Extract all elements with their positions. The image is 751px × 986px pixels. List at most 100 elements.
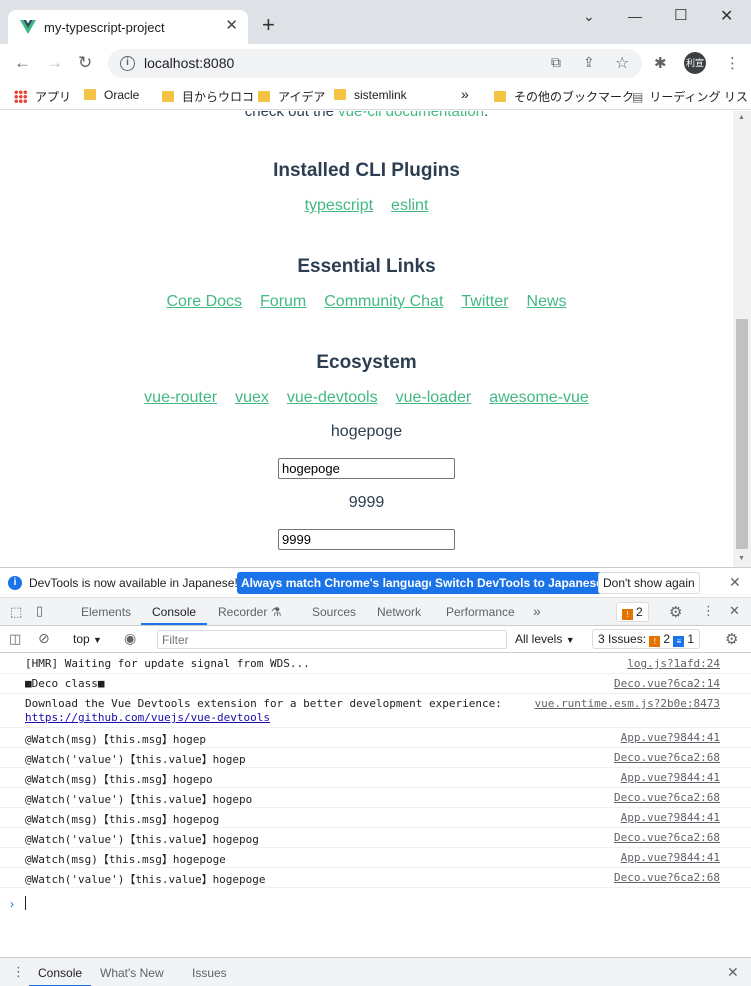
- drawer-close-icon[interactable]: ✕: [727, 964, 739, 981]
- source-link[interactable]: Deco.vue?6ca2:68: [614, 791, 720, 804]
- issues-badge[interactable]: ! 2: [616, 602, 649, 622]
- site-info-icon[interactable]: i: [120, 56, 135, 71]
- devtools-url-link[interactable]: https://github.com/vuejs/vue-devtools: [25, 711, 270, 724]
- link-twitter[interactable]: Twitter: [461, 293, 508, 310]
- translate-icon[interactable]: ⧉: [551, 54, 561, 71]
- number-input[interactable]: [278, 529, 455, 550]
- tab-close-icon[interactable]: ✕: [225, 16, 238, 34]
- address-bar[interactable]: i localhost:8080 ⧉ ⇪ ☆: [108, 49, 642, 78]
- link-vue-router[interactable]: vue-router: [144, 389, 217, 406]
- reload-icon[interactable]: ↻: [78, 53, 92, 73]
- context-selector[interactable]: top ▼: [73, 632, 102, 646]
- drawer-tab-whats-new[interactable]: What's New: [100, 966, 164, 980]
- vue-cli-docs-link[interactable]: vue-cli documentation: [338, 111, 484, 120]
- page-scrollbar[interactable]: ▲ ▼: [733, 111, 751, 567]
- drawer-tab-issues[interactable]: Issues: [192, 966, 227, 980]
- window-close-icon[interactable]: ✕: [720, 6, 733, 26]
- tab-performance[interactable]: Performance: [446, 605, 515, 619]
- link-eslint[interactable]: eslint: [391, 197, 428, 214]
- source-link[interactable]: App.vue?9844:41: [621, 771, 720, 784]
- source-link[interactable]: Deco.vue?6ca2:14: [614, 677, 720, 690]
- devtools-close-icon[interactable]: ✕: [729, 603, 740, 619]
- tab-network[interactable]: Network: [377, 605, 421, 619]
- console-message: @Watch('value')【this.value】hogepog Deco.v…: [0, 828, 751, 848]
- bookmark-mekara[interactable]: 目からウロコ: [162, 88, 254, 105]
- switch-to-japanese-button[interactable]: Switch DevTools to Japanese: [431, 572, 607, 594]
- back-icon[interactable]: ←: [14, 53, 31, 73]
- msg-input[interactable]: [278, 458, 455, 479]
- source-link[interactable]: Deco.vue?6ca2:68: [614, 751, 720, 764]
- bookmarks-overflow-icon[interactable]: »: [461, 86, 469, 102]
- console-filter-input[interactable]: [157, 630, 507, 649]
- source-link[interactable]: Deco.vue?6ca2:68: [614, 831, 720, 844]
- tab-elements[interactable]: Elements: [81, 605, 131, 619]
- devtools-language-infobar: i DevTools is now available in Japanese!…: [0, 568, 751, 598]
- dont-show-again-button[interactable]: Don't show again: [598, 572, 700, 594]
- link-vue-devtools[interactable]: vue-devtools: [287, 389, 378, 406]
- tab-search-icon[interactable]: ⌄: [583, 8, 595, 25]
- chrome-menu-icon[interactable]: ⋮: [725, 54, 740, 72]
- source-link[interactable]: Deco.vue?6ca2:68: [614, 871, 720, 884]
- source-link[interactable]: log.js?1afd:24: [627, 657, 720, 670]
- link-vue-loader[interactable]: vue-loader: [396, 389, 472, 406]
- forward-icon[interactable]: →: [46, 53, 63, 73]
- link-news[interactable]: News: [527, 293, 567, 310]
- drawer-tab-console[interactable]: Console: [38, 966, 82, 980]
- link-awesome-vue[interactable]: awesome-vue: [489, 389, 589, 406]
- console-issues-button[interactable]: 3 Issues: ! 2 ≡ 1: [592, 629, 701, 649]
- tab-console[interactable]: Console: [152, 605, 196, 619]
- vue-logo-icon: [20, 20, 36, 34]
- console-settings-gear-icon[interactable]: ⚙: [725, 630, 738, 648]
- reading-list-icon: ▤: [632, 90, 644, 104]
- scroll-up-icon[interactable]: ▲: [738, 114, 745, 121]
- reading-list[interactable]: ▤ リーディング リスト: [632, 88, 751, 105]
- source-link[interactable]: App.vue?9844:41: [621, 811, 720, 824]
- source-link[interactable]: App.vue?9844:41: [621, 731, 720, 744]
- console-message: Download the Vue Devtools extension for …: [0, 694, 751, 728]
- maximize-icon[interactable]: ☐: [674, 6, 687, 24]
- bookmark-star-icon[interactable]: ☆: [615, 53, 629, 73]
- console-message: @Watch('value')【this.value】hogep Deco.vue…: [0, 748, 751, 768]
- bookmark-sistemlink[interactable]: sistemlink: [334, 88, 407, 102]
- console-input-caret[interactable]: [25, 896, 26, 910]
- bookmark-oracle[interactable]: Oracle: [84, 88, 139, 102]
- live-expression-eye-icon[interactable]: ◉: [124, 630, 136, 647]
- profile-avatar[interactable]: 利宣: [684, 52, 706, 74]
- link-typescript[interactable]: typescript: [305, 197, 373, 214]
- infobar-close-icon[interactable]: ✕: [729, 574, 741, 591]
- bookmark-apps[interactable]: アプリ: [14, 88, 71, 105]
- console-message: @Watch(msg)【this.msg】hogep App.vue?9844:4…: [0, 728, 751, 748]
- address-url[interactable]: localhost:8080: [144, 55, 234, 71]
- scroll-thumb[interactable]: [736, 319, 748, 549]
- clear-console-icon[interactable]: ⊘: [38, 630, 50, 647]
- minimize-icon[interactable]: —: [628, 8, 642, 24]
- devtools-menu-icon[interactable]: ⋮: [702, 603, 715, 619]
- sidebar-toggle-icon[interactable]: ◫: [9, 631, 21, 647]
- scroll-down-icon[interactable]: ▼: [738, 555, 745, 562]
- folder-icon: [494, 91, 506, 102]
- link-community-chat[interactable]: Community Chat: [324, 293, 443, 310]
- new-tab-icon[interactable]: +: [262, 14, 275, 36]
- essential-links: Core Docs Forum Community Chat Twitter News: [0, 293, 733, 311]
- tab-sources[interactable]: Sources: [312, 605, 356, 619]
- log-levels-dropdown[interactable]: All levels ▼: [515, 632, 575, 646]
- link-forum[interactable]: Forum: [260, 293, 306, 310]
- source-link[interactable]: vue.runtime.esm.js?2b0e:8473: [535, 697, 720, 710]
- bookmark-idea[interactable]: アイデア: [258, 88, 325, 105]
- link-vuex[interactable]: vuex: [235, 389, 269, 406]
- extensions-icon[interactable]: ✱: [654, 54, 667, 72]
- devtools-panel: i DevTools is now available in Japanese!…: [0, 567, 751, 986]
- source-link[interactable]: App.vue?9844:41: [621, 851, 720, 864]
- always-match-language-button[interactable]: Always match Chrome's language: [237, 572, 440, 594]
- more-tabs-icon[interactable]: »: [533, 603, 541, 619]
- bookmark-other[interactable]: その他のブックマーク: [494, 88, 634, 105]
- drawer-menu-icon[interactable]: ⋮: [12, 964, 25, 980]
- inspect-element-icon[interactable]: ⬚: [10, 604, 22, 620]
- browser-tab[interactable]: my-typescript-project ✕: [8, 10, 248, 44]
- share-icon[interactable]: ⇪: [583, 54, 595, 71]
- device-toolbar-icon[interactable]: ▯: [36, 603, 43, 619]
- settings-gear-icon[interactable]: ⚙: [669, 603, 682, 621]
- link-core-docs[interactable]: Core Docs: [166, 293, 242, 310]
- tab-recorder[interactable]: Recorder ⚗: [218, 605, 281, 619]
- folder-icon: [334, 89, 346, 100]
